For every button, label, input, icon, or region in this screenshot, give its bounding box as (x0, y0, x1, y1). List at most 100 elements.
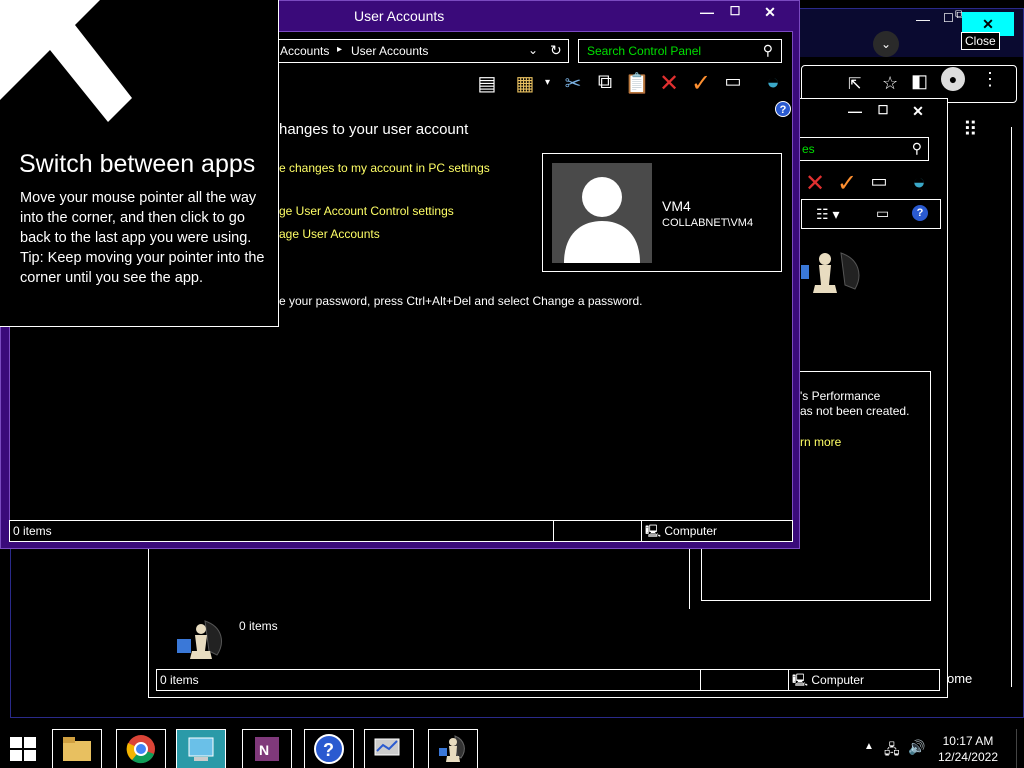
taskbar-control-panel[interactable] (176, 729, 226, 768)
games-search-text: es (802, 142, 815, 156)
properties-icon[interactable]: ▭ (865, 171, 893, 192)
window-title: User Accounts (354, 8, 445, 24)
control-panel-icon (188, 737, 214, 761)
games-items-count: 0 items (239, 619, 278, 633)
delete-icon[interactable]: ✕ (655, 69, 683, 98)
layout-icon[interactable]: ▤ (473, 71, 501, 96)
system-clock[interactable]: 10:17 AM 12/24/2022 (938, 733, 998, 765)
manage-user-accounts-link[interactable]: age User Accounts (279, 227, 380, 241)
taskbar-performance-monitor[interactable] (364, 729, 414, 768)
share-icon[interactable]: ⇱ (848, 74, 861, 94)
browser-minimize-button[interactable]: — (916, 11, 930, 27)
paste-icon[interactable]: 📋 (623, 71, 651, 96)
user-domain: COLLABNET\VM4 (662, 217, 754, 229)
computer-icon: 🖳 (792, 673, 809, 687)
taskbar-help[interactable]: ? (304, 729, 354, 768)
games-status-items: 0 items (157, 670, 701, 690)
status-computer: 🖳 Computer (642, 521, 792, 541)
games-folder-icon[interactable] (173, 617, 229, 667)
computer-icon: 🖳 (645, 524, 662, 538)
clock-date: 12/24/2022 (937, 750, 998, 764)
breadcrumb-separator-icon: ▸ (337, 44, 343, 55)
windows-logo-icon (10, 737, 36, 761)
start-button[interactable] (10, 737, 36, 761)
undo-checkmark-icon[interactable]: ✓ (687, 69, 715, 98)
breadcrumb-user-accounts[interactable]: User Accounts (351, 44, 428, 58)
browser-menu-icon[interactable]: ⋮ (981, 69, 999, 90)
browser-edge-text: ome (947, 671, 973, 686)
maximize-button[interactable]: ☐ (722, 4, 748, 18)
status-items: 0 items (10, 521, 554, 541)
chrome-icon (126, 735, 155, 764)
chess-game-icon[interactable] (801, 245, 871, 315)
shell-icon[interactable]: ◒ (905, 169, 933, 195)
uac-settings-link[interactable]: ge User Account Control settings (279, 204, 454, 218)
svg-text:?: ? (323, 740, 334, 760)
games-status-bar: 0 items 🖳 Computer (156, 669, 940, 691)
close-button[interactable]: ✕ (757, 4, 783, 21)
address-bar[interactable]: Accounts ▸ User Accounts ⌄ ↻ (277, 39, 569, 63)
games-view-toolbar: ☷ ▾ ▭ ? (801, 199, 941, 229)
games-close-button[interactable]: ✕ (905, 103, 931, 120)
help-icon: ? (314, 734, 344, 764)
minimize-button[interactable]: — (694, 4, 720, 20)
help-icon[interactable]: ? (912, 205, 928, 221)
checkmark-icon[interactable]: ✓ (833, 169, 861, 198)
tab-search-button[interactable]: ⌄ (873, 31, 899, 57)
user-name: VM4 (662, 198, 691, 214)
browser-scrollbar[interactable] (1011, 127, 1023, 687)
address-dropdown-icon[interactable]: ⌄ (528, 43, 538, 57)
user-avatar (552, 163, 652, 263)
games-icon (439, 735, 465, 762)
search-icon[interactable]: ⚲ (912, 140, 922, 157)
learn-more-link[interactable]: rn more (800, 435, 841, 449)
switch-apps-tip: Switch between apps Move your mouse poin… (0, 0, 279, 327)
folder-views-dropdown-icon[interactable]: ▾ (545, 77, 550, 88)
shell-icon[interactable]: ◒ (759, 69, 787, 95)
games-status-computer-label: Computer (811, 673, 865, 687)
performance-monitor-icon (374, 738, 400, 756)
games-status-computer: 🖳 Computer (789, 670, 939, 690)
clock-time: 10:17 AM (942, 734, 994, 748)
corner-arrow-icon (0, 0, 132, 122)
favorite-star-icon[interactable]: ☆ (882, 73, 898, 94)
performance-title: 's Performance (800, 389, 881, 403)
tip-instruction: Move your mouse pointer all the way into… (20, 190, 257, 246)
copy-icon[interactable]: ⧉ (591, 71, 619, 94)
view-options-icon[interactable]: ☷ ▾ (816, 206, 839, 223)
folder-views-icon[interactable]: ▦ (511, 71, 539, 96)
show-desktop-button[interactable] (1016, 729, 1024, 768)
browser-maximize-button[interactable]: ☐ (943, 11, 954, 25)
refresh-icon[interactable]: ↻ (550, 42, 562, 59)
taskbar-file-explorer[interactable] (52, 729, 102, 768)
apps-grid-icon[interactable]: ⠿ (963, 117, 978, 142)
cut-icon[interactable]: ✂ (559, 71, 587, 96)
games-minimize-button[interactable]: — (842, 103, 868, 119)
help-icon[interactable]: ? (775, 101, 791, 117)
show-hidden-icons-icon[interactable]: ▲ (864, 741, 874, 752)
search-placeholder: Search Control Panel (587, 44, 702, 58)
taskbar-chrome[interactable] (116, 729, 166, 768)
pc-settings-link[interactable]: e changes to my account in PC settings (279, 161, 490, 175)
user-card: VM4 COLLABNET\VM4 (542, 153, 782, 272)
search-icon[interactable]: ⚲ (763, 42, 773, 59)
properties-icon[interactable]: ▭ (719, 71, 747, 92)
page-heading: hanges to your user account (279, 121, 469, 138)
folder-icon (63, 737, 91, 761)
profile-avatar-icon[interactable]: ● (941, 67, 965, 91)
side-panel-icon[interactable]: ◧ (911, 71, 928, 92)
volume-icon[interactable]: 🔊 (908, 739, 925, 756)
breadcrumb-accounts[interactable]: Accounts (280, 44, 329, 58)
games-maximize-button[interactable]: ☐ (870, 103, 896, 117)
tip-title: Switch between apps (19, 150, 256, 178)
taskbar-games[interactable] (428, 729, 478, 768)
taskbar-onenote[interactable]: N (242, 729, 292, 768)
delete-icon[interactable]: ✕ (801, 169, 829, 198)
preview-pane-icon[interactable]: ▭ (876, 205, 889, 222)
games-search-input[interactable]: es ⚲ (799, 137, 929, 161)
search-control-panel-input[interactable]: Search Control Panel ⚲ (578, 39, 782, 63)
status-computer-label: Computer (664, 524, 718, 538)
close-tooltip: Close (961, 32, 1000, 50)
network-icon[interactable]: 🖧 (884, 739, 900, 763)
status-bar: 0 items 🖳 Computer (9, 520, 793, 542)
